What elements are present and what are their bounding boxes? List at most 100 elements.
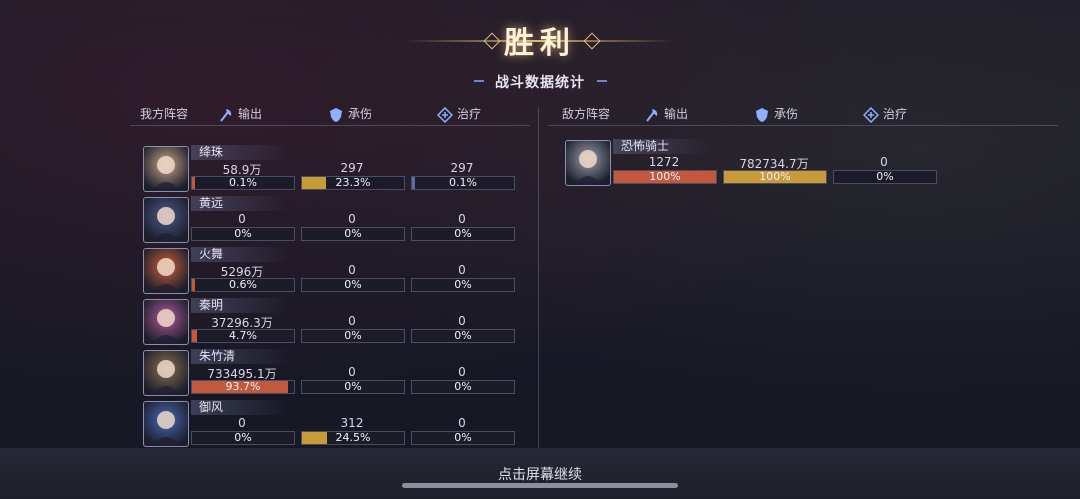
heal-bar: 0% <box>833 170 937 184</box>
hero-name: 秦明 <box>191 298 289 313</box>
taken-percent: 24.5% <box>335 431 371 444</box>
taken-value: 312 <box>340 416 364 430</box>
taken-header-label: 承伤 <box>348 107 373 121</box>
ally-heal-header: 治疗 <box>437 104 481 124</box>
heal-value: 0 <box>458 263 466 277</box>
output-bar: 0% <box>191 227 295 241</box>
hero-avatar[interactable] <box>143 197 189 243</box>
enemies-row[interactable]: 恐怖骑士 1272 100% 782734.7万 100% 0 0% <box>565 139 945 188</box>
heal-percent: 0% <box>454 380 472 393</box>
output-value: 0 <box>238 212 246 226</box>
hero-avatar[interactable] <box>143 350 189 396</box>
heal-bar: 0% <box>411 227 515 241</box>
output-bar: 0.1% <box>191 176 295 190</box>
hero-avatar[interactable] <box>143 146 189 192</box>
output-value: 0 <box>238 416 246 430</box>
output-value: 1272 <box>648 155 680 169</box>
enemy-taken-header: 承伤 <box>754 104 798 124</box>
output-percent: 100% <box>649 170 681 183</box>
taken-value: 0 <box>348 212 356 226</box>
taken-percent: 0% <box>344 380 362 393</box>
output-percent: 4.7% <box>229 329 257 342</box>
ally-header-divider <box>130 125 530 126</box>
output-header-label: 输出 <box>238 107 263 121</box>
battle-stats-subtitle: 战斗数据统计 <box>495 75 585 91</box>
heal-percent: 0% <box>876 170 894 183</box>
taken-percent: 0% <box>344 227 362 240</box>
output-bar: 0% <box>191 431 295 445</box>
heal-percent: 0.1% <box>449 176 477 189</box>
allies-row[interactable]: 火舞 5296万 0.6% 0 0% 0 0% <box>143 247 523 296</box>
allies-row[interactable]: 秦明 37296.3万 4.7% 0 0% 0 0% <box>143 298 523 347</box>
ally-output-header: 输出 <box>218 104 262 124</box>
enemy-header-divider <box>548 125 1058 126</box>
ally-taken-header: 承伤 <box>328 104 372 124</box>
output-percent: 93.7% <box>225 380 261 393</box>
home-indicator <box>402 483 678 488</box>
allies-row[interactable]: 朱竹清 733495.1万 93.7% 0 0% 0 0% <box>143 349 523 398</box>
enemy-heal-header: 治疗 <box>863 104 907 124</box>
heal-bar: 0.1% <box>411 176 515 190</box>
heal-percent: 0% <box>454 329 472 342</box>
heal-percent: 0% <box>454 431 472 444</box>
hero-avatar[interactable] <box>143 401 189 447</box>
axe-icon <box>220 108 232 122</box>
taken-bar: 24.5% <box>301 431 405 445</box>
hero-avatar[interactable] <box>143 299 189 345</box>
allies-row[interactable]: 绛珠 58.9万 0.1% 297 23.3% 297 0.1% <box>143 145 523 194</box>
taken-percent: 23.3% <box>335 176 371 189</box>
subtitle-container: 战斗数据统计 <box>0 72 1080 92</box>
hero-avatar[interactable] <box>565 140 611 186</box>
heal-bar: 0% <box>411 278 515 292</box>
heal-value: 0 <box>458 212 466 226</box>
heal-percent: 0% <box>454 278 472 291</box>
hero-name: 黄远 <box>191 196 289 211</box>
heal-bar: 0% <box>411 329 515 343</box>
hero-name: 绛珠 <box>191 145 289 160</box>
victory-title: 胜利 <box>504 26 576 61</box>
allies-row[interactable]: 御风 0 0% 312 24.5% 0 0% <box>143 400 523 449</box>
taken-bar: 0% <box>301 329 405 343</box>
hero-name: 恐怖骑士 <box>613 139 711 154</box>
hero-name: 朱竹清 <box>191 349 289 364</box>
heal-value: 0 <box>458 365 466 379</box>
heal-bar: 0% <box>411 380 515 394</box>
hero-name: 火舞 <box>191 247 289 262</box>
heal-header-label: 治疗 <box>883 107 908 121</box>
shield-icon <box>756 107 768 122</box>
output-header-label: 输出 <box>664 107 689 121</box>
enemy-output-header: 输出 <box>644 104 688 124</box>
ally-lineup-label: 我方阵容 <box>140 107 189 121</box>
taken-percent: 0% <box>344 278 362 291</box>
heal-icon <box>437 106 453 123</box>
output-percent: 0% <box>234 227 252 240</box>
heal-header-label: 治疗 <box>457 107 482 121</box>
taken-bar: 0% <box>301 227 405 241</box>
output-bar: 100% <box>613 170 717 184</box>
heal-value: 0 <box>458 314 466 328</box>
hero-avatar[interactable] <box>143 248 189 294</box>
output-bar: 4.7% <box>191 329 295 343</box>
tap-to-continue[interactable]: 点击屏幕继续 <box>0 464 1080 484</box>
taken-percent: 100% <box>759 170 791 183</box>
output-percent: 0.6% <box>229 278 257 291</box>
heal-value: 0 <box>880 155 888 169</box>
hero-name: 御风 <box>191 400 289 415</box>
taken-value: 0 <box>348 263 356 277</box>
team-divider <box>538 108 539 448</box>
output-percent: 0% <box>234 431 252 444</box>
taken-bar: 23.3% <box>301 176 405 190</box>
output-bar: 93.7% <box>191 380 295 394</box>
taken-percent: 0% <box>344 329 362 342</box>
allies-row[interactable]: 黄远 0 0% 0 0% 0 0% <box>143 196 523 245</box>
heal-value: 297 <box>450 161 474 175</box>
heal-value: 0 <box>458 416 466 430</box>
output-percent: 0.1% <box>229 176 257 189</box>
output-bar: 0.6% <box>191 278 295 292</box>
axe-icon <box>646 108 658 122</box>
taken-value: 297 <box>340 161 364 175</box>
taken-bar: 0% <box>301 278 405 292</box>
enemy-lineup-label: 敌方阵容 <box>562 107 611 121</box>
heal-percent: 0% <box>454 227 472 240</box>
shield-icon <box>330 107 342 122</box>
